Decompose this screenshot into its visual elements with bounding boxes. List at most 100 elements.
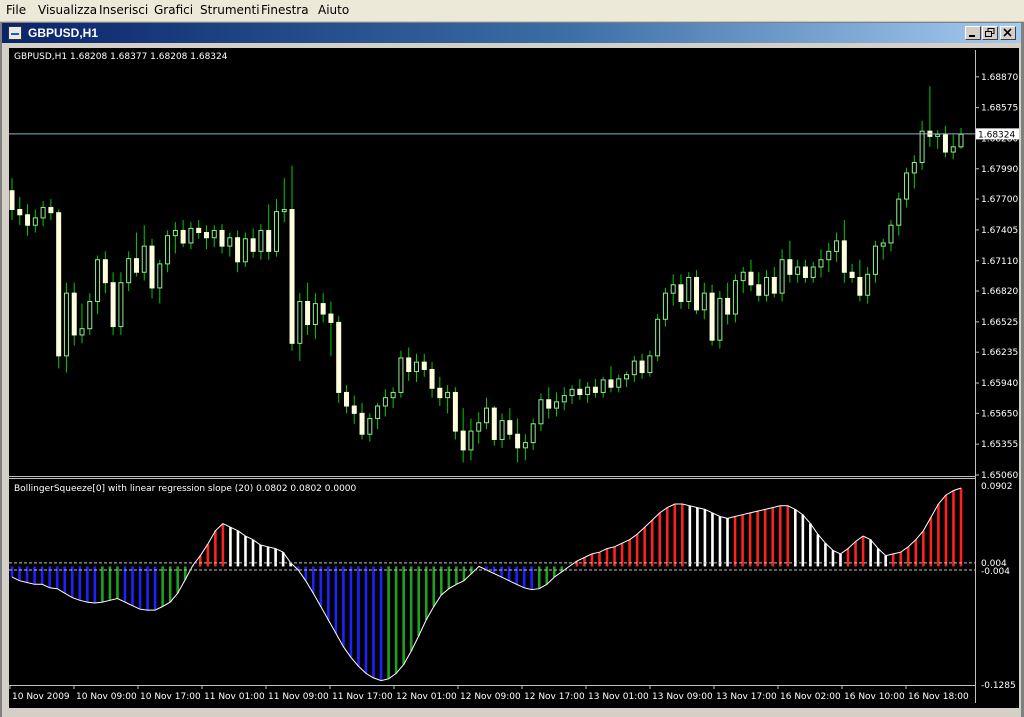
price-tick-label: 1.65650 bbox=[981, 409, 1018, 419]
chart-area[interactable]: 1.68870 1.68575 1.68280 1.67990 1.67700 1.674… bbox=[9, 48, 1019, 708]
candle-body-bull bbox=[896, 198, 902, 226]
menu-visualizza[interactable]: Visualizza bbox=[38, 3, 97, 17]
candle-body-bear bbox=[336, 321, 342, 393]
candle-body-bull bbox=[561, 395, 567, 403]
maximize-button[interactable] bbox=[982, 26, 998, 40]
candle-body-bull bbox=[95, 259, 101, 303]
time-tick-label: 13 Nov 17:00 bbox=[716, 692, 777, 702]
menu-grafici[interactable]: Grafici bbox=[154, 3, 193, 17]
candle-body-bear bbox=[25, 214, 31, 226]
candle-body-bull bbox=[165, 235, 171, 265]
candle-body-bear bbox=[17, 209, 23, 216]
candle-body-bull bbox=[118, 282, 124, 328]
candle-body-bear bbox=[608, 379, 614, 388]
price-tick-label: 1.67110 bbox=[981, 257, 1018, 267]
candle-body-bull bbox=[40, 206, 46, 219]
candle-body-bull bbox=[662, 292, 668, 320]
candle-body-bull bbox=[538, 399, 544, 425]
menu-file[interactable]: File bbox=[6, 3, 26, 17]
candle-body-bull bbox=[919, 130, 925, 164]
candle-body-bull bbox=[600, 379, 606, 393]
candle-body-bull bbox=[865, 273, 871, 296]
candle-body-bull bbox=[227, 237, 233, 247]
candle-body-bull bbox=[499, 420, 505, 440]
candle-body-bear bbox=[639, 360, 645, 374]
candle-body-bear bbox=[771, 276, 777, 294]
candle-body-bull bbox=[242, 238, 248, 263]
candle-body-bull bbox=[624, 374, 630, 380]
candle-body-bear bbox=[359, 412, 365, 435]
candle-body-bear bbox=[149, 245, 155, 289]
indicator-info: BollingerSqueeze[0] with linear regressi… bbox=[14, 484, 357, 494]
chart-background bbox=[9, 48, 1019, 708]
candle-body-bull bbox=[670, 284, 676, 294]
candle-body-bull bbox=[398, 357, 404, 393]
price-tick-label: 1.67990 bbox=[981, 165, 1018, 175]
candle-body-bull bbox=[484, 407, 489, 424]
minimize-button[interactable] bbox=[965, 26, 981, 40]
candle-body-bear bbox=[9, 190, 15, 211]
price-tick-label: 1.68575 bbox=[981, 104, 1018, 114]
chart-window: GBPUSD,H1 1.68870 1.68575 1.68280 1.67990 1.… bbox=[2, 23, 1021, 717]
candle-body-bull bbox=[764, 276, 770, 296]
indicator-tick-lower: -0.004 bbox=[981, 567, 1010, 577]
candle-body-bear bbox=[787, 259, 793, 275]
candle-body-bull bbox=[367, 418, 373, 435]
restore-icon bbox=[985, 28, 995, 37]
candle-body-bear bbox=[515, 433, 521, 449]
candle-body-bear bbox=[546, 399, 552, 409]
candle-body-bull bbox=[382, 397, 388, 407]
menu-aiuto[interactable]: Aiuto bbox=[318, 3, 349, 17]
price-tick-label: 1.66525 bbox=[981, 318, 1018, 328]
candle-body-bear bbox=[491, 407, 497, 440]
candle-body-bear bbox=[802, 266, 808, 278]
candle-body-bull bbox=[795, 266, 801, 275]
candle-body-bear bbox=[942, 133, 948, 153]
candle-body-bull bbox=[826, 250, 832, 261]
candle-body-bear bbox=[320, 303, 326, 315]
candle-body-bear bbox=[748, 271, 754, 286]
menu-finestra[interactable]: Finestra bbox=[261, 3, 309, 17]
candle-body-bull bbox=[686, 276, 692, 303]
candle-body-bear bbox=[429, 368, 435, 389]
time-tick-label: 16 Nov 02:00 bbox=[780, 692, 841, 702]
candle-body-bull bbox=[732, 280, 738, 315]
menu-inserisci[interactable]: Inserisci bbox=[99, 3, 148, 17]
candle-body-bear bbox=[343, 391, 349, 407]
time-tick-label: 12 Nov 01:00 bbox=[396, 692, 457, 702]
candle-body-bull bbox=[818, 259, 824, 268]
price-tick-label: 1.66820 bbox=[981, 287, 1018, 297]
time-tick-label: 16 Nov 10:00 bbox=[844, 692, 905, 702]
candle-body-bear bbox=[305, 301, 311, 326]
menu-strumenti[interactable]: Strumenti bbox=[200, 3, 260, 17]
candle-body-bull bbox=[297, 301, 303, 344]
candle-body-bear bbox=[180, 229, 186, 244]
price-tick-label: 1.65940 bbox=[981, 379, 1018, 389]
candle-body-bear bbox=[102, 259, 108, 284]
time-tick-label: 12 Nov 17:00 bbox=[524, 692, 585, 702]
candle-body-bull bbox=[701, 292, 707, 311]
candle-body-bull bbox=[616, 378, 622, 388]
candle-body-bear bbox=[110, 282, 116, 328]
candle-body-bear bbox=[266, 229, 272, 252]
candle-body-bull bbox=[904, 172, 910, 200]
candle bbox=[709, 284, 715, 346]
candle-body-bull bbox=[935, 133, 941, 137]
window-title: GBPUSD,H1 bbox=[28, 26, 99, 40]
time-tick-label: 11 Nov 17:00 bbox=[332, 692, 393, 702]
candle-body-bear bbox=[507, 420, 513, 435]
price-tick-label: 1.68870 bbox=[981, 73, 1018, 83]
candle-body-bull bbox=[872, 245, 878, 275]
chart-canvas[interactable]: 1.688701.685751.682801.679901.677001.674… bbox=[9, 48, 1019, 708]
time-tick-label: 13 Nov 01:00 bbox=[588, 692, 649, 702]
minimize-icon bbox=[969, 35, 975, 37]
candle bbox=[655, 314, 661, 362]
candle-body-bull bbox=[950, 146, 956, 153]
candle-body-bear bbox=[235, 237, 241, 263]
candle-body-bull bbox=[390, 391, 396, 399]
candle-body-bear bbox=[577, 388, 583, 396]
window-titlebar[interactable]: GBPUSD,H1 bbox=[2, 23, 1021, 43]
candle bbox=[336, 316, 342, 403]
close-button[interactable] bbox=[1000, 26, 1016, 40]
candle-body-bull bbox=[554, 401, 560, 409]
